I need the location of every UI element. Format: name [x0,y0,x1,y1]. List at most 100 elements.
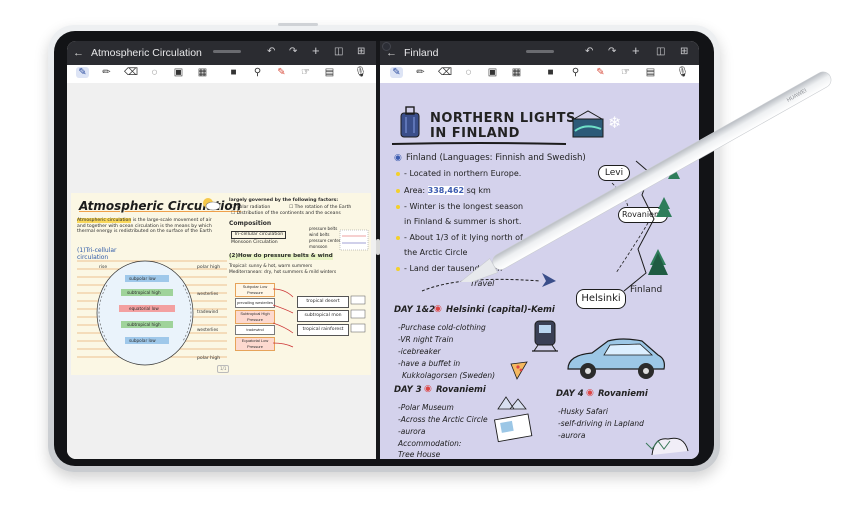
travel-route-plane [421,273,556,292]
eraser-tool-icon[interactable]: ⌫ [438,67,452,78]
factor-solar: ☐ Solar radiation [231,205,271,210]
climate-subtropical-mon: subtropical mon [297,310,349,322]
location-pin-icon: ◉ [394,153,402,163]
svg-text:tradewind: tradewind [197,309,218,314]
touch-draw-icon[interactable]: ☞ [619,67,632,78]
image-tool-icon[interactable]: ▦ [510,67,523,78]
composition-heading: Composition [229,220,272,227]
right-title-bar: ← Finland ↶ ↷ + ◫ ⊞ [380,41,699,65]
redo-icon[interactable]: ↷ [608,46,616,57]
diagram-label-subtropical-high-n: subtropical high [127,290,161,295]
mediterranean-line: Mediterranean: dry, hot summers & mild w… [229,270,337,275]
svg-text:polar high: polar high [197,355,220,361]
table-subpolar-low: Subpolar Low Pressure [235,283,275,297]
bullet-5: - About 1/3 of it lying north of [404,233,523,242]
day4-item-1: -Husky Safari [558,407,608,416]
pencil-tool-icon[interactable]: ✏ [414,67,427,78]
heading-northern-lights: NORTHERN LIGHTS [430,111,576,126]
day4-item-3: -aurora [558,431,586,440]
pencil-tool-icon[interactable]: ✏ [100,67,113,78]
microphone-icon[interactable]: 🎙 [354,67,367,78]
shape-tool-icon[interactable]: ■ [227,67,240,78]
tricellular-diagram: rise polar high westerlies tradewind wes… [77,260,227,366]
text-tool-icon[interactable]: ▣ [172,67,185,78]
intro-paragraph: Atmospheric circulation is the large-sca… [77,218,219,235]
atmospheric-note-page: Atmospheric Circulation Atmospheric circ… [71,193,371,375]
background-pattern-icon[interactable]: ▤ [644,67,657,78]
stylus-brand-label: HUAWEI [786,88,808,104]
fullscreen-icon[interactable]: ⊞ [680,46,688,57]
highlighter-tool-icon[interactable]: ✎ [275,67,288,78]
car-illustration [567,338,665,379]
mountain-ticket-sketch [493,396,533,443]
comp-pressure-belts: pressure belts [309,226,338,231]
day12-item-3: -icebreaker [398,347,441,356]
factors-heading: largely governed by the following factor… [229,198,339,203]
tricell-box: Tri-cellular circulation [231,231,287,239]
day12-item-4: -have a buffet in [398,359,461,368]
right-note-window: ← Finland ↶ ↷ + ◫ ⊞ ✎ ✏ ⌫ ◌ ▣ ▦ ■ ⚲ ✎ ☞ … [380,41,699,459]
zoom-tool-icon[interactable]: ⚲ [251,67,264,78]
image-tool-icon[interactable]: ▦ [196,67,209,78]
split-view-icon[interactable]: ◫ [656,46,665,57]
bullet-dot [396,236,400,240]
tablet-screen: ← Atmospheric Circulation ↶ ↷ + ◫ ⊞ ✎ ✏ … [67,41,699,459]
day3-item-4: Accommodation: [398,439,462,448]
zoom-tool-icon[interactable]: ⚲ [569,67,582,78]
table-subtropical-high: Subtropical High Pressure [235,310,275,324]
add-icon[interactable]: + [632,43,640,58]
microphone-icon[interactable]: 🎙 [676,67,689,78]
bullet-4: in Finland & summer is short. [404,217,522,226]
diagram-label-equatorial-low: equatorial low [129,306,159,311]
lasso-tool-icon[interactable]: ◌ [462,67,475,78]
pen-tool-icon[interactable]: ✎ [390,67,403,78]
page-indicator[interactable]: 1/1 [217,365,230,373]
day3-pin-icon: ◉ [424,384,432,394]
svg-text:rise: rise [99,264,107,270]
shape-tool-icon[interactable]: ■ [544,67,557,78]
diagram-label-subpolar-low-s: subpolar low [129,338,156,343]
window-drag-handle[interactable] [213,50,241,53]
table-equatorial-low: Equatorial Low Pressure [235,337,275,351]
fullscreen-icon[interactable]: ⊞ [357,46,365,57]
right-drawing-toolbar: ✎ ✏ ⌫ ◌ ▣ ▦ ■ ⚲ ✎ ☞ ▤ 🎙 [380,65,699,84]
bullet-dot [396,189,400,193]
tablet-bezel: ← Atmospheric Circulation ↶ ↷ + ◫ ⊞ ✎ ✏ … [54,31,714,466]
day12-item-5: Kukkolagorsen (Sweden) [402,371,496,380]
split-view-icon[interactable]: ◫ [334,46,343,57]
right-canvas[interactable]: NORTHERN LIGHTS IN FINLAND ❄ ◉ Finland (… [380,83,699,459]
redo-icon[interactable]: ↷ [289,46,297,57]
background-pattern-icon[interactable]: ▤ [323,67,336,78]
volume-button [278,23,318,26]
diagram-label-subtropical-high-s: subtropical high [127,322,161,327]
day12-title: DAY 1&2 [394,305,436,315]
husky-sketch [645,437,689,456]
day3-title: DAY 3 [394,385,422,395]
sun-cloud-icon [203,198,221,211]
eraser-tool-icon[interactable]: ⌫ [124,67,138,78]
factor-distribution: ☐ Distribution of the continents and the… [231,211,341,216]
add-icon[interactable]: + [312,43,320,58]
svg-text:polar high: polar high [197,264,220,270]
pen-tool-icon[interactable]: ✎ [76,67,89,78]
back-arrow-icon[interactable]: ← [73,47,85,59]
tropical-line: Tropical: sunny & hot, warm summers [229,264,313,269]
day3-item-1: -Polar Museum [398,403,454,412]
highlighter-tool-icon[interactable]: ✎ [594,67,607,78]
text-tool-icon[interactable]: ▣ [486,67,499,78]
monsoon-label: Monsoon Circulation [231,240,278,245]
left-canvas[interactable]: Atmospheric Circulation Atmospheric circ… [67,83,376,459]
comp-monsoon: monsoon [309,244,328,249]
globe-sketch [339,229,369,251]
train-icon [532,320,558,352]
left-note-window: ← Atmospheric Circulation ↶ ↷ + ◫ ⊞ ✎ ✏ … [67,41,376,459]
touch-draw-icon[interactable]: ☞ [299,67,312,78]
undo-icon[interactable]: ↶ [585,46,593,57]
lasso-tool-icon[interactable]: ◌ [148,67,161,78]
bullet-dot [396,267,400,271]
suitcase-icon [400,106,420,138]
undo-icon[interactable]: ↶ [267,46,275,57]
front-camera [382,42,391,51]
window-drag-handle[interactable] [526,50,554,53]
day12-item-1: -Purchase cold-clothing [398,323,486,332]
